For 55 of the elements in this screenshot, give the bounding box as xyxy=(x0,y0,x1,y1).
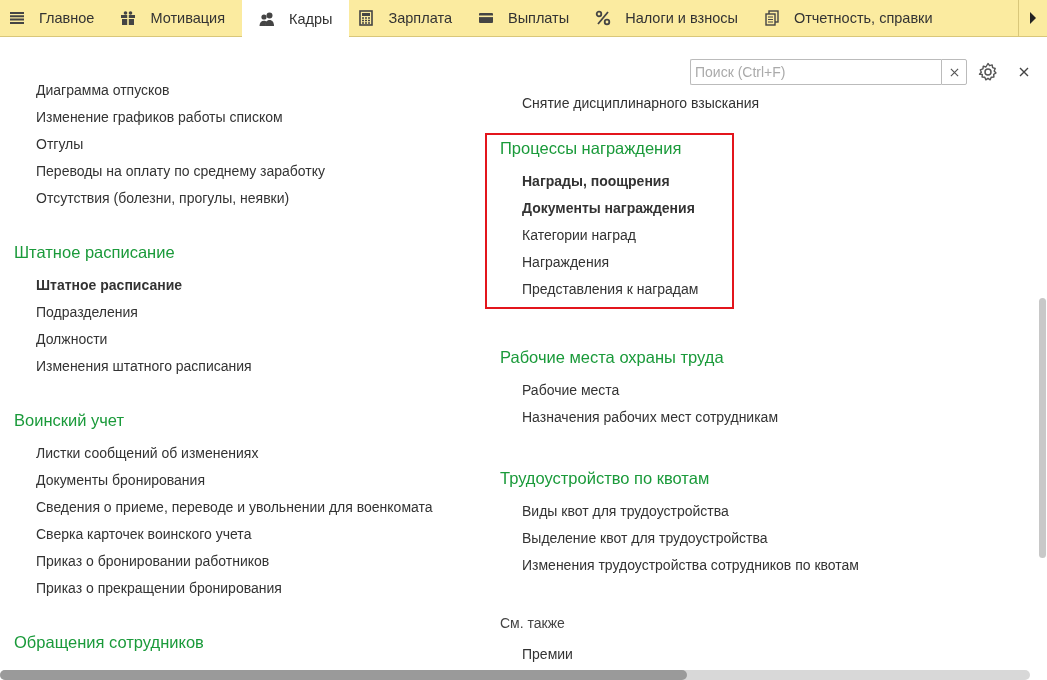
section-tab[interactable]: Мотивация xyxy=(111,0,242,36)
card-icon xyxy=(477,10,494,26)
nav-link[interactable]: Изменение графиков работы списком xyxy=(14,104,326,131)
nav-link[interactable]: Документы награждения xyxy=(500,195,699,222)
settings-icon[interactable] xyxy=(978,62,998,82)
section-tab[interactable]: Зарплата xyxy=(349,0,469,36)
close-icon xyxy=(949,67,959,77)
group-heading: Обращения сотрудников xyxy=(14,632,204,653)
nav-link[interactable]: Выделение квот для трудоустройства xyxy=(500,525,859,552)
group-heading: Трудоустройство по квотам xyxy=(500,468,711,489)
nav-link[interactable]: Сведения о приеме, переводе и увольнении для военкомата xyxy=(14,494,433,521)
nav-link[interactable]: Сверка карточек воинского учета xyxy=(14,521,433,548)
nav-link[interactable]: Категории наград xyxy=(500,222,699,249)
menu-icon xyxy=(9,10,25,26)
calculator-icon xyxy=(358,10,375,26)
nav-link[interactable]: Награды, поощрения xyxy=(500,168,699,195)
nav-link[interactable]: Изменения трудоустройства сотрудников по квотам xyxy=(500,552,859,579)
search-field[interactable]: Поиск (Ctrl+F) xyxy=(690,59,941,85)
people-icon xyxy=(259,11,275,27)
group-heading: Процессы награждения xyxy=(500,138,683,159)
documents-icon xyxy=(763,10,780,26)
nav-link[interactable]: Приказ о прекращении бронирования xyxy=(14,575,433,602)
nav-link[interactable]: Снятие дисциплинарного взыскания xyxy=(500,90,760,117)
section-tab[interactable]: Главное xyxy=(0,0,112,36)
nav-link[interactable]: Изменения штатного расписания xyxy=(14,353,252,380)
horizontal-scrollbar[interactable] xyxy=(0,670,1030,680)
gift-icon xyxy=(120,10,137,26)
nav-link[interactable]: Виды квот для трудоустройства xyxy=(500,498,859,525)
section-tab[interactable]: Налоги и взносы xyxy=(586,0,755,36)
section-tab[interactable]: Кадры xyxy=(242,0,350,38)
group-heading: Рабочие места охраны труда xyxy=(500,347,725,368)
section-tab[interactable]: Выплаты xyxy=(468,0,587,36)
nav-link[interactable]: Приказ о бронировании работников xyxy=(14,548,433,575)
nav-link[interactable]: Подразделения xyxy=(14,299,252,326)
nav-link[interactable]: Премии xyxy=(500,641,573,668)
nav-link[interactable]: Штатное расписание xyxy=(14,272,252,299)
nav-link[interactable]: Отсутствия (болезни, прогулы, неявки) xyxy=(14,185,326,212)
nav-link[interactable]: Назначения рабочих мест сотрудникам xyxy=(500,404,779,431)
nav-link[interactable]: Переводы на оплату по среднему заработку xyxy=(14,158,326,185)
group-heading: Воинский учет xyxy=(14,410,126,431)
see-also-heading: См. также xyxy=(500,614,566,633)
section-tab[interactable]: Отчетность, справки xyxy=(754,0,950,36)
triangle-right-icon xyxy=(1029,12,1037,24)
nav-link[interactable]: Отгулы xyxy=(14,131,326,158)
nav-link[interactable]: Листки сообщений об изменениях xyxy=(14,440,433,467)
nav-link[interactable]: Представления к наградам xyxy=(500,276,699,303)
nav-link[interactable]: Рабочие места xyxy=(500,377,779,404)
clear-button[interactable] xyxy=(941,59,967,85)
close-icon[interactable] xyxy=(1019,67,1029,77)
nav-link[interactable]: Документы бронирования xyxy=(14,467,433,494)
nav-link[interactable]: Должности xyxy=(14,326,252,353)
nav-link[interactable]: Диаграмма отпусков xyxy=(14,77,326,104)
percent-icon xyxy=(595,10,612,26)
nav-link[interactable]: Награждения xyxy=(500,249,699,276)
group-heading: Штатное расписание xyxy=(14,242,176,263)
